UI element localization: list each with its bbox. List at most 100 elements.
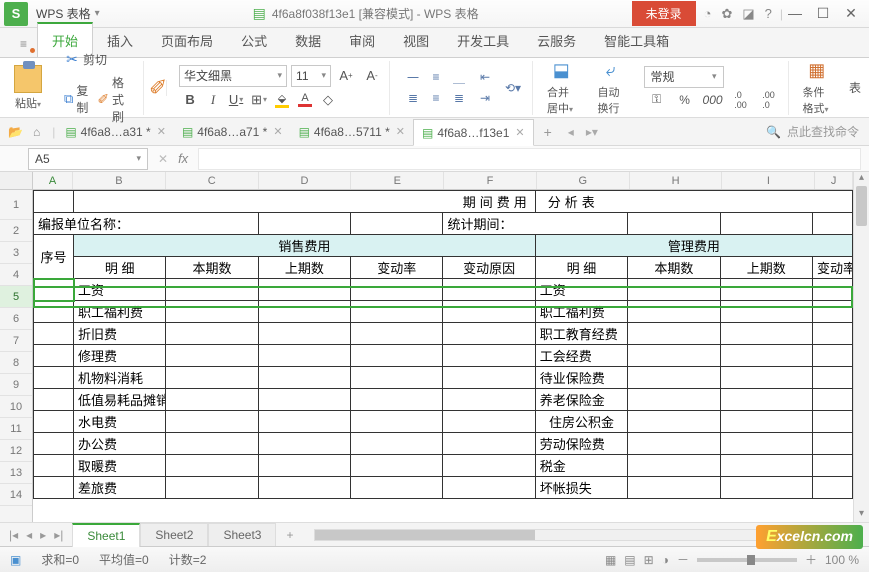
tab-pagelayout[interactable]: 页面布局	[147, 24, 227, 57]
doc-tab-3[interactable]: ▤4f6a8…5711 *✕	[291, 118, 413, 145]
tab-formula[interactable]: 公式	[227, 24, 281, 57]
comma-button[interactable]: 000	[700, 90, 726, 110]
view-normal-button[interactable]: ▦	[605, 553, 616, 567]
orientation-button[interactable]: ⟲▾	[500, 78, 526, 98]
align-left-button[interactable]: ≣	[402, 88, 424, 108]
minimize-button[interactable]: —	[783, 5, 807, 22]
row-header[interactable]: 8	[0, 352, 32, 374]
file-menu-button[interactable]: ≡	[10, 31, 37, 57]
gear-icon[interactable]: ✿	[721, 6, 732, 22]
number-format-select[interactable]: 常规▾	[644, 66, 724, 88]
add-sheet-button[interactable]: +	[276, 528, 303, 542]
close-icon[interactable]: ✕	[396, 125, 405, 138]
col-header[interactable]: I	[722, 172, 815, 189]
col-header[interactable]: C	[166, 172, 259, 189]
row-header[interactable]: 5	[0, 286, 32, 308]
percent-button[interactable]: %	[672, 90, 698, 110]
formula-input[interactable]	[198, 148, 861, 170]
close-icon[interactable]: ✕	[515, 126, 524, 139]
italic-button[interactable]: I	[202, 89, 224, 111]
view-page-button[interactable]: ▤	[624, 553, 635, 567]
login-button[interactable]: 未登录	[632, 1, 696, 26]
row-header[interactable]: 10	[0, 396, 32, 418]
bold-button[interactable]: B	[179, 89, 201, 111]
skin-icon[interactable]: ◪	[742, 6, 754, 22]
fill-color-button[interactable]: ⬙	[271, 89, 293, 111]
vertical-scrollbar[interactable]: ▴ ▾	[853, 172, 869, 522]
scroll-thumb[interactable]	[856, 186, 867, 226]
indent-dec-button[interactable]: ⇤	[474, 67, 496, 87]
add-doc-button[interactable]: +	[534, 124, 562, 140]
row-header[interactable]: 13	[0, 462, 32, 484]
font-size-select[interactable]: 11▾	[291, 65, 331, 87]
row-header[interactable]: 9	[0, 374, 32, 396]
zoom-in-button[interactable]: ＋	[805, 551, 817, 568]
dec-inc-button[interactable]: .0.00	[728, 90, 754, 110]
tab-review[interactable]: 审阅	[335, 24, 389, 57]
col-header[interactable]: F	[444, 172, 537, 189]
tab-data[interactable]: 数据	[281, 24, 335, 57]
col-header[interactable]: J	[815, 172, 853, 189]
doc-tab-1[interactable]: ▤4f6a8…a31 *✕	[57, 118, 174, 145]
select-all-corner[interactable]	[0, 172, 32, 190]
reading-mode-button[interactable]: ◑	[662, 553, 669, 567]
cloud-icon[interactable]: ◔	[704, 6, 712, 21]
tab-devtools[interactable]: 开发工具	[443, 24, 523, 57]
doc-nav-prev[interactable]: ◂	[562, 125, 580, 139]
align-mid-button[interactable]: ≡	[425, 67, 447, 87]
align-bot-button[interactable]: ＿	[448, 67, 470, 87]
cond-format-button[interactable]: ▦ 条件格式▾	[795, 60, 839, 116]
cut-button[interactable]: ✂剪切	[60, 49, 137, 70]
tab-view[interactable]: 视图	[389, 24, 443, 57]
merge-center-button[interactable]: ⬓ 合并居中▾	[539, 60, 583, 116]
sheet-tab-2[interactable]: Sheet2	[140, 523, 208, 546]
dec-dec-button[interactable]: .00.0	[756, 90, 782, 110]
align-right-button[interactable]: ≣	[448, 88, 470, 108]
sheet-nav-first[interactable]: |◂	[6, 528, 21, 542]
close-icon[interactable]: ✕	[273, 125, 282, 138]
folder-icon[interactable]: 📂	[8, 125, 23, 139]
close-icon[interactable]: ✕	[157, 125, 166, 138]
row-header[interactable]: 14	[0, 484, 32, 506]
search-hint[interactable]: 点此查找命令	[787, 123, 859, 140]
col-header[interactable]: H	[630, 172, 723, 189]
fx-button[interactable]: fx	[178, 151, 188, 166]
sheet-nav-prev[interactable]: ◂	[23, 528, 35, 542]
spreadsheet-table[interactable]: 期间费用分析表 编报单位名称：统计期间： 序号销售费用管理费用 明 细本期数上期…	[33, 190, 853, 499]
align-top-button[interactable]: ⼀	[402, 67, 424, 87]
border-button[interactable]: ⊞▾	[248, 89, 270, 111]
zoom-value[interactable]: 100 %	[825, 553, 859, 567]
row-header[interactable]: 7	[0, 330, 32, 352]
align-center-button[interactable]: ≡	[425, 88, 447, 108]
indent-inc-button[interactable]: ⇥	[474, 88, 496, 108]
sheet-tab-3[interactable]: Sheet3	[208, 523, 276, 546]
zoom-out-button[interactable]: －	[677, 551, 689, 568]
row-header[interactable]: 1	[0, 190, 32, 220]
hscroll-thumb[interactable]	[315, 530, 535, 540]
zoom-slider[interactable]	[697, 558, 797, 562]
view-break-button[interactable]: ⊞	[644, 553, 654, 567]
col-header[interactable]: E	[351, 172, 444, 189]
cell-A5[interactable]	[34, 279, 74, 301]
row-header[interactable]: 6	[0, 308, 32, 330]
row-header[interactable]: 3	[0, 242, 32, 264]
col-header[interactable]: B	[73, 172, 166, 189]
tab-cloud[interactable]: 云服务	[523, 24, 590, 57]
row-header[interactable]: 12	[0, 440, 32, 462]
font-name-select[interactable]: 华文细黑▾	[179, 65, 287, 87]
tab-smarttools[interactable]: 智能工具箱	[590, 24, 683, 57]
paste-button[interactable]: 粘贴▾	[8, 65, 48, 111]
col-header[interactable]: A	[33, 172, 73, 189]
sheet-nav-next[interactable]: ▸	[37, 528, 49, 542]
font-shrink-button[interactable]: A-	[361, 65, 383, 87]
home-icon[interactable]: ⌂	[33, 125, 40, 139]
col-header[interactable]: G	[537, 172, 630, 189]
scroll-down-button[interactable]: ▾	[854, 508, 869, 522]
maximize-button[interactable]: ☐	[811, 5, 835, 22]
doc-nav-next[interactable]: ▸▾	[580, 125, 604, 139]
row-header[interactable]: 11	[0, 418, 32, 440]
name-box[interactable]: A5▾	[28, 148, 148, 170]
format-painter-big-icon[interactable]: ✐	[150, 80, 167, 96]
row-header[interactable]: 4	[0, 264, 32, 286]
sheet-tab-1[interactable]: Sheet1	[72, 523, 140, 547]
